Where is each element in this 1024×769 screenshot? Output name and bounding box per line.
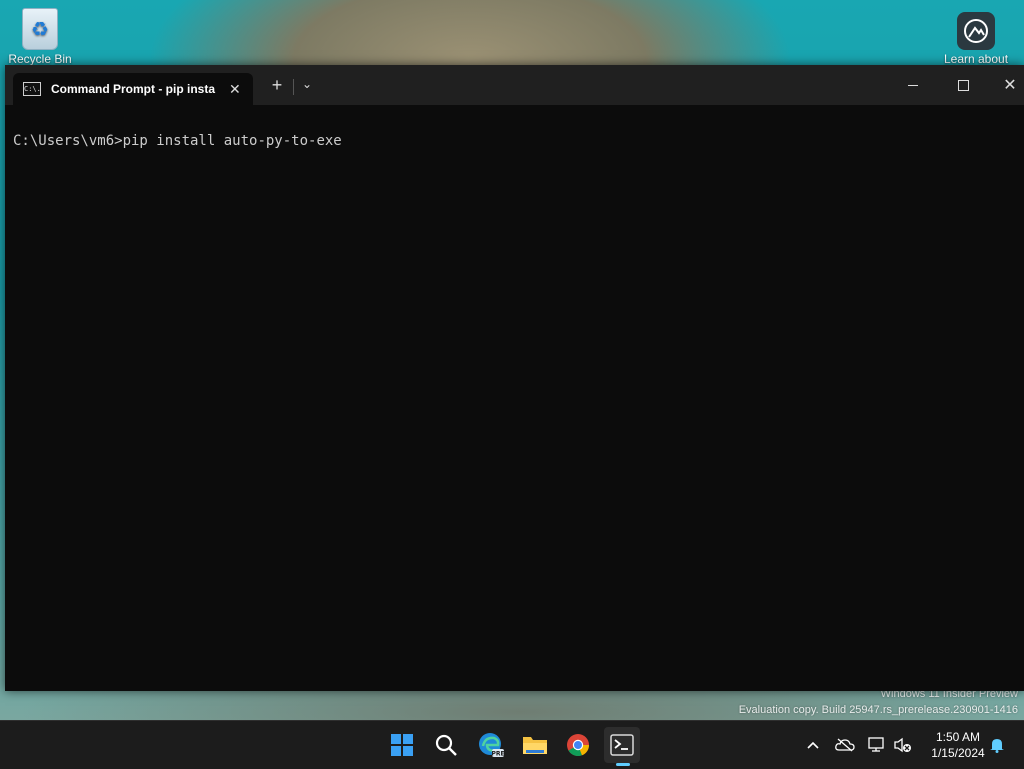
terminal-icon: [610, 734, 634, 756]
clock-date: 1/15/2024: [931, 746, 985, 760]
watermark-line2: Evaluation copy. Build 25947.rs_prerelea…: [738, 704, 1018, 716]
search-button[interactable]: [428, 727, 464, 763]
terminal-output[interactable]: C:\Users\vm6>pip install auto-py-to-exe: [13, 133, 342, 149]
maximize-icon: [957, 79, 969, 91]
volume-tray-button[interactable]: [892, 721, 914, 769]
search-icon: [435, 734, 457, 756]
chrome-icon: [567, 734, 590, 757]
taskbar: PRE 1:50 AM 1/15/2024: [0, 720, 1024, 769]
tab-close-button[interactable]: ✕: [229, 81, 241, 98]
file-explorer-button[interactable]: [517, 727, 553, 763]
terminal-window[interactable]: C:\. Command Prompt - pip insta ✕ + ⌄ ✕ …: [5, 65, 1024, 691]
bell-icon: [990, 739, 1004, 753]
learn-about-label: Learn about: [943, 52, 1009, 66]
network-icon: [868, 737, 884, 752]
network-tray-button[interactable]: [866, 721, 888, 769]
cloud-offline-icon: [835, 738, 855, 752]
terminal-taskbar-button[interactable]: [604, 727, 640, 763]
tab-command-prompt[interactable]: C:\. Command Prompt - pip insta ✕: [13, 73, 253, 105]
show-hidden-icons-button[interactable]: [803, 721, 823, 769]
title-bar[interactable]: C:\. Command Prompt - pip insta ✕ + ⌄ ✕: [5, 65, 1024, 105]
windows-logo-icon: [391, 734, 413, 756]
recycle-bin-label: Recycle Bin: [8, 52, 72, 66]
tab-title: Command Prompt - pip insta: [51, 82, 216, 96]
recycle-bin-shortcut[interactable]: ♻ Recycle Bin: [6, 4, 74, 66]
learn-about-shortcut[interactable]: Learn about: [936, 8, 1016, 66]
learn-about-icon: [957, 12, 995, 50]
clock-time: 1:50 AM: [935, 730, 981, 744]
edge-browser-button[interactable]: PRE: [473, 727, 509, 763]
volume-muted-icon: [894, 737, 911, 753]
onedrive-tray-button[interactable]: [834, 721, 856, 769]
edge-icon: PRE: [479, 733, 504, 758]
svg-text:PRE: PRE: [491, 751, 504, 758]
minimize-button[interactable]: [890, 65, 936, 105]
maximize-button[interactable]: [940, 65, 986, 105]
recycle-bin-icon: ♻: [22, 8, 58, 50]
notifications-button[interactable]: [986, 721, 1008, 769]
cmd-icon: C:\.: [23, 82, 41, 96]
active-app-indicator: [616, 763, 630, 766]
chrome-button[interactable]: [560, 727, 596, 763]
start-button[interactable]: [384, 727, 420, 763]
tab-separator: [293, 79, 294, 95]
minimize-icon: [908, 84, 918, 86]
close-icon: ✕: [1003, 77, 1017, 94]
chevron-down-icon[interactable]: ⌄: [297, 77, 317, 91]
folder-icon: [523, 737, 547, 754]
clock[interactable]: 1:50 AM 1/15/2024: [920, 729, 996, 761]
prompt-text: C:\Users\vm6>: [13, 133, 123, 149]
chevron-up-icon: [807, 741, 819, 749]
close-button[interactable]: ✕: [987, 65, 1024, 105]
command-text: pip install auto-py-to-exe: [122, 133, 342, 149]
new-tab-button[interactable]: +: [267, 75, 287, 96]
